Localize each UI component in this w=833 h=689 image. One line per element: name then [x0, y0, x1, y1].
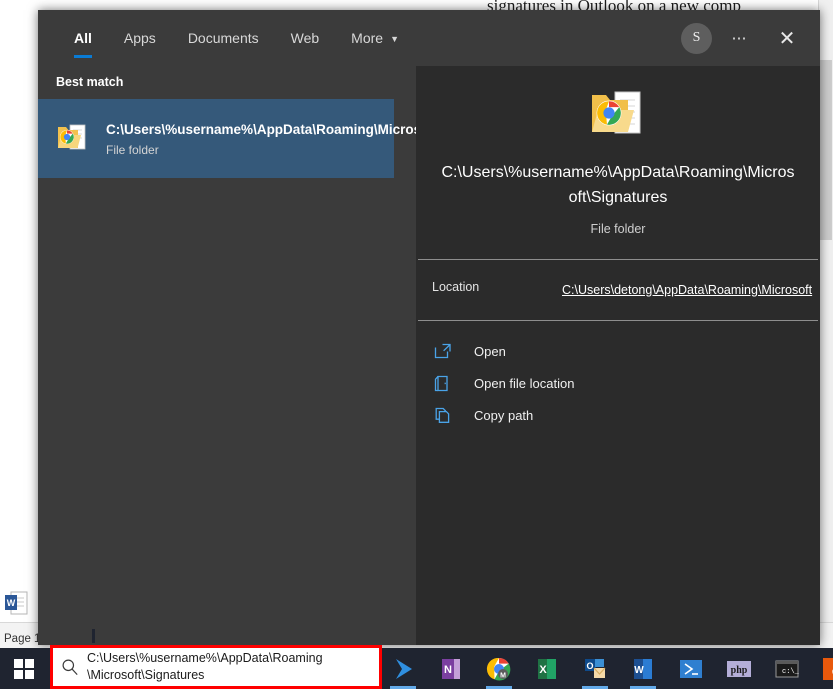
column-gap [394, 66, 416, 645]
folder-chrome-icon [56, 121, 88, 157]
preview-title: C:\Users\%username%\AppData\Roaming\Micr… [441, 164, 795, 206]
svg-text:X: X [539, 664, 547, 676]
taskbar-apps: N M X O W php c:\_ [386, 648, 833, 689]
tab-more[interactable]: More ▼ [335, 10, 415, 66]
action-open-file-location[interactable]: Open file location [432, 367, 820, 399]
document-scrollbar[interactable] [818, 0, 833, 648]
result-item-title: C:\Users\%username%\AppData\Roaming\Micr… [106, 121, 512, 137]
folder-open-icon [432, 375, 454, 392]
taskbar: N M X O W php c:\_ C:\Users\%username%\A… [0, 629, 833, 689]
tab-more-label: More [351, 30, 384, 46]
action-open-label: Open [474, 343, 506, 359]
search-tabs: All Apps Documents Web More ▼ [38, 10, 415, 66]
php-icon[interactable]: php [722, 648, 756, 689]
svg-text:W: W [634, 665, 644, 676]
svg-text:c:\_: c:\_ [782, 668, 800, 676]
account-avatar[interactable]: S [681, 22, 712, 54]
svg-text:M: M [500, 672, 506, 679]
document-scrollbar-thumb[interactable] [819, 60, 832, 240]
command-prompt-icon[interactable]: c:\_ [770, 648, 804, 689]
tab-web-label: Web [290, 30, 320, 46]
outlook-icon[interactable]: O [578, 648, 612, 689]
svg-text:N: N [444, 664, 452, 676]
tab-web[interactable]: Web [275, 10, 336, 66]
copy-icon [432, 407, 454, 424]
action-copy-path-label: Copy path [474, 407, 534, 423]
location-label: Location [432, 280, 480, 294]
svg-text:php: php [731, 665, 748, 676]
result-item-text: C:\Users\%username%\AppData\Roaming\Micr… [106, 121, 512, 157]
teams-like-blue-arrow-icon[interactable] [386, 648, 420, 689]
tab-documents-label: Documents [187, 30, 259, 46]
best-match-heading: Best match [56, 75, 124, 89]
location-block: Location C:\Users\detong\AppData\Roaming… [416, 260, 820, 320]
action-open[interactable]: Open [432, 335, 820, 367]
result-item-subtitle: File folder [106, 142, 159, 157]
word-document-icon: W [4, 591, 30, 615]
orange-app-icon[interactable]: e [818, 648, 833, 689]
preview-column: C:\Users\%username%\AppData\Roaming\Micr… [416, 66, 820, 645]
location-link[interactable]: C:\Users\detong\AppData\Roaming\Microsof… [562, 280, 812, 300]
search-body: Best match C:\Users\%username%\AppData\R… [38, 66, 820, 645]
tab-all-label: All [74, 30, 92, 46]
preview-subtitle: File folder [590, 222, 646, 236]
excel-icon[interactable]: X [530, 648, 564, 689]
chevron-down-icon: ▼ [390, 33, 399, 44]
preview-hero: C:\Users\%username%\AppData\Roaming\Micr… [416, 66, 820, 236]
word-icon[interactable]: W [626, 648, 660, 689]
windows-start-icon[interactable] [0, 648, 47, 689]
tab-apps[interactable]: Apps [108, 10, 172, 66]
action-open-file-location-label: Open file location [474, 375, 575, 391]
action-copy-path[interactable]: Copy path [432, 399, 820, 431]
svg-text:O: O [586, 661, 593, 671]
onenote-icon[interactable]: N [434, 648, 468, 689]
screen: signatures in Outlook on a new comp svna… [0, 0, 833, 689]
search-header: All Apps Documents Web More ▼ S ⋯ ✕ [38, 10, 820, 66]
header-actions: S ⋯ ✕ [681, 10, 808, 66]
open-external-icon [432, 343, 454, 359]
close-button[interactable]: ✕ [766, 16, 808, 60]
folder-chrome-icon [589, 86, 647, 144]
avatar-initial: S [692, 30, 701, 45]
result-item-signatures-folder[interactable]: C:\Users\%username%\AppData\Roaming\Micr… [38, 99, 512, 178]
search-input[interactable]: C:\Users\%username%\AppData\Roaming \Mic… [50, 645, 382, 689]
powershell-icon[interactable] [674, 648, 708, 689]
tab-documents[interactable]: Documents [172, 10, 275, 66]
preview-actions: Open Open file location Copy path [416, 321, 820, 431]
svg-text:W: W [7, 598, 16, 608]
windows-search-panel: All Apps Documents Web More ▼ S ⋯ ✕ Best… [38, 10, 820, 645]
tab-all[interactable]: All [58, 10, 108, 66]
taskbar-search: C:\Users\%username%\AppData\Roaming \Mic… [47, 629, 385, 689]
results-column: Best match C:\Users\%username%\AppData\R… [38, 66, 512, 645]
more-options-button[interactable]: ⋯ [718, 16, 760, 60]
chrome-icon[interactable]: M [482, 648, 516, 689]
tab-apps-label: Apps [123, 30, 156, 46]
search-caret-marker [92, 629, 95, 643]
search-input-value: C:\Users\%username%\AppData\Roaming \Mic… [87, 651, 323, 682]
search-icon [53, 658, 87, 676]
